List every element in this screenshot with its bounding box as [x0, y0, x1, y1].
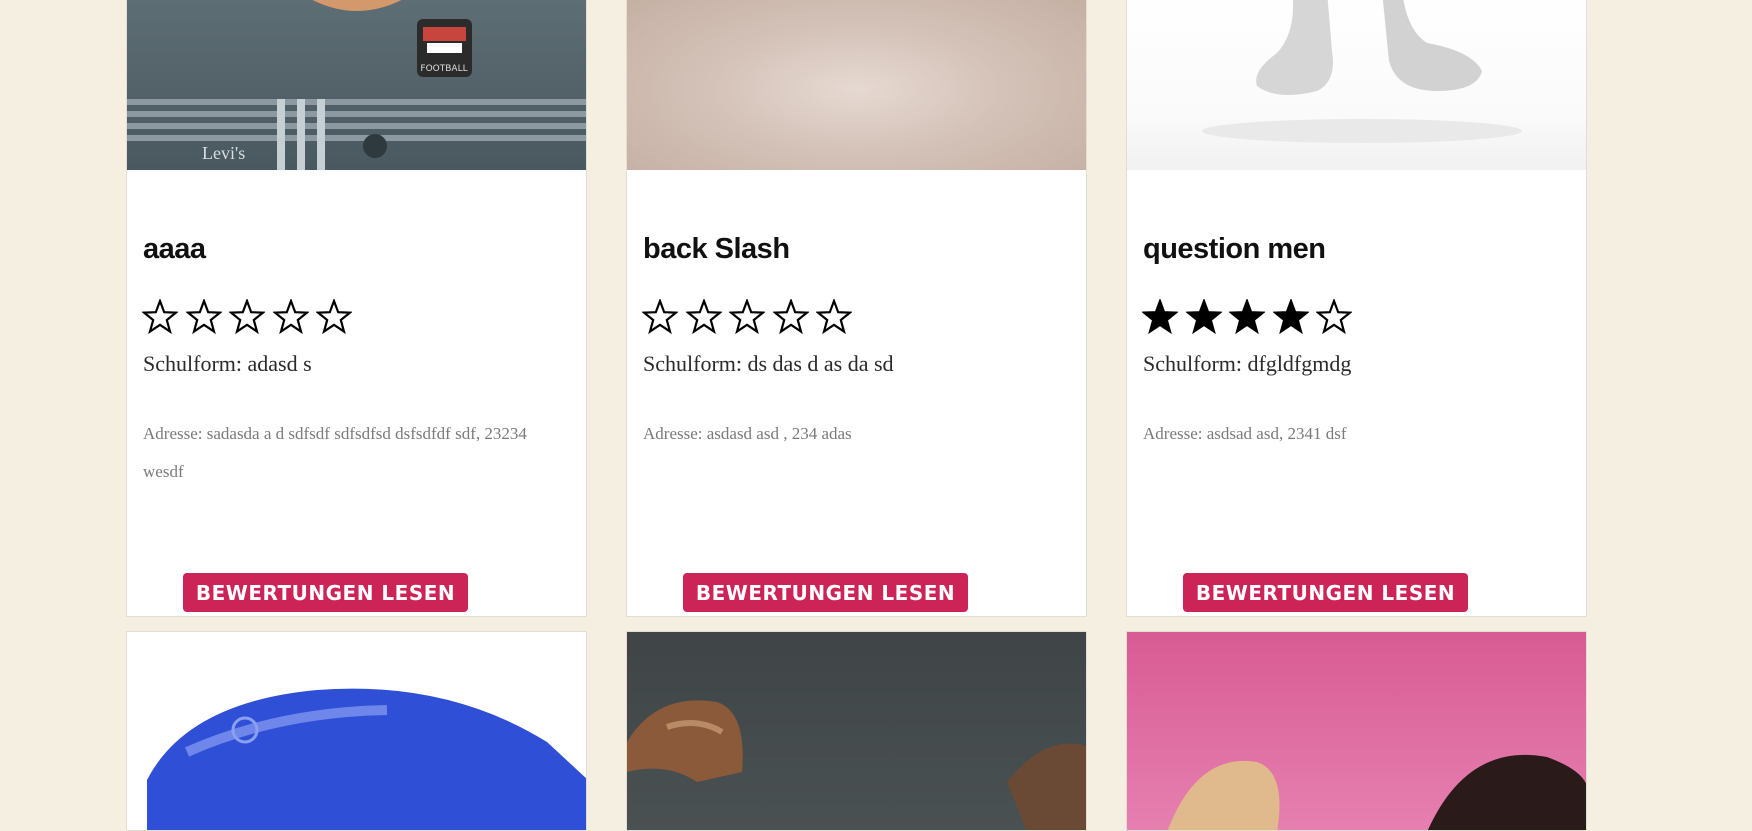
school-title: back Slash: [643, 233, 790, 265]
star-outline-icon: [642, 299, 678, 335]
school-photo: [627, 0, 1086, 170]
read-reviews-button[interactable]: BEWERTUNGEN LESEN: [683, 573, 968, 612]
school-card: FOOTBALL Levi's aaaa Schulform: adasd s …: [126, 0, 587, 617]
star-outline-icon: [185, 299, 222, 335]
star-filled-icon: [1185, 299, 1222, 335]
school-photo: [627, 632, 1086, 830]
school-photo: [1127, 0, 1586, 170]
star-filled-icon: [1142, 299, 1178, 335]
school-photo: FOOTBALL Levi's: [127, 0, 586, 170]
school-card: [126, 631, 587, 831]
star-rating: [642, 299, 860, 337]
star-outline-icon: [729, 299, 765, 335]
school-type: Schulform: dfgldfgmdg: [1143, 351, 1352, 376]
svg-text:Levi's: Levi's: [202, 143, 245, 163]
star-outline-icon: [772, 299, 809, 335]
star-rating: [142, 299, 360, 337]
school-photo: [1127, 632, 1586, 830]
star-outline-icon: [816, 299, 852, 335]
school-card: back Slash Schulform: ds das d as da sd …: [626, 0, 1087, 617]
star-outline-icon: [1316, 299, 1352, 335]
read-reviews-button[interactable]: BEWERTUNGEN LESEN: [1183, 573, 1468, 612]
school-title: question men: [1143, 233, 1326, 265]
star-filled-icon: [1229, 299, 1265, 335]
star-outline-icon: [685, 299, 722, 335]
school-address: Adresse: sadasda a d sdfsdf sdfsdfsd dsf…: [143, 424, 527, 481]
school-photo: [127, 632, 586, 830]
school-type: Schulform: adasd s: [143, 351, 312, 376]
school-title: aaaa: [143, 233, 206, 265]
star-outline-icon: [229, 299, 265, 335]
school-card: [626, 631, 1087, 831]
svg-text:FOOTBALL: FOOTBALL: [420, 64, 467, 74]
star-outline-icon: [142, 299, 178, 335]
star-filled-icon: [1272, 299, 1309, 335]
star-outline-icon: [272, 299, 309, 335]
school-card: question men Schulform: dfgldfgmdg Adres…: [1126, 0, 1587, 617]
star-outline-icon: [316, 299, 352, 335]
school-address: Adresse: asdasd asd , 234 adas: [643, 424, 852, 443]
school-type: Schulform: ds das d as da sd: [643, 351, 894, 376]
school-card: [1126, 631, 1587, 831]
star-rating: [1142, 299, 1360, 337]
read-reviews-button[interactable]: BEWERTUNGEN LESEN: [183, 573, 468, 612]
school-address: Adresse: asdsad asd, 2341 dsf: [1143, 424, 1347, 443]
